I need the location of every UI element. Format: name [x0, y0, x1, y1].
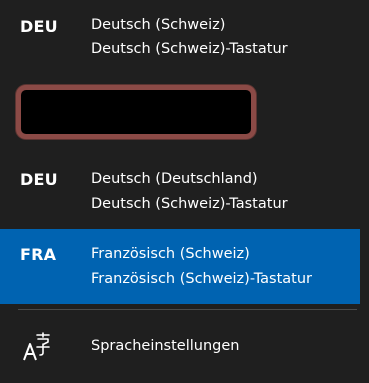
language-settings-label: Spracheinstellungen: [91, 338, 240, 354]
language-name: Deutsch (Schweiz): [91, 17, 226, 33]
language-item-deu-ch[interactable]: DEU Deutsch (Schweiz) Deutsch (Schweiz)-…: [0, 0, 360, 74]
language-name: Deutsch (Deutschland): [91, 171, 258, 187]
language-name: Französisch (Schweiz): [91, 246, 250, 262]
keyboard-layout: Deutsch (Schweiz)-Tastatur: [91, 41, 288, 57]
language-settings-button[interactable]: Spracheinstellungen: [0, 318, 360, 378]
redacted-region: [16, 85, 256, 139]
language-code: DEU: [20, 170, 58, 189]
keyboard-layout: Deutsch (Schweiz)-Tastatur: [91, 196, 288, 212]
language-code: FRA: [20, 245, 57, 264]
input-language-flyout: DEU Deutsch (Schweiz) Deutsch (Schweiz)-…: [0, 0, 369, 383]
language-item-deu-de[interactable]: DEU Deutsch (Deutschland) Deutsch (Schwe…: [0, 158, 360, 232]
keyboard-layout: Französisch (Schweiz)-Tastatur: [91, 271, 313, 287]
divider: [18, 309, 357, 310]
language-settings-icon: [22, 332, 52, 362]
language-item-fra-ch[interactable]: FRA Französisch (Schweiz) Französisch (S…: [0, 229, 360, 304]
language-code: DEU: [20, 17, 58, 36]
